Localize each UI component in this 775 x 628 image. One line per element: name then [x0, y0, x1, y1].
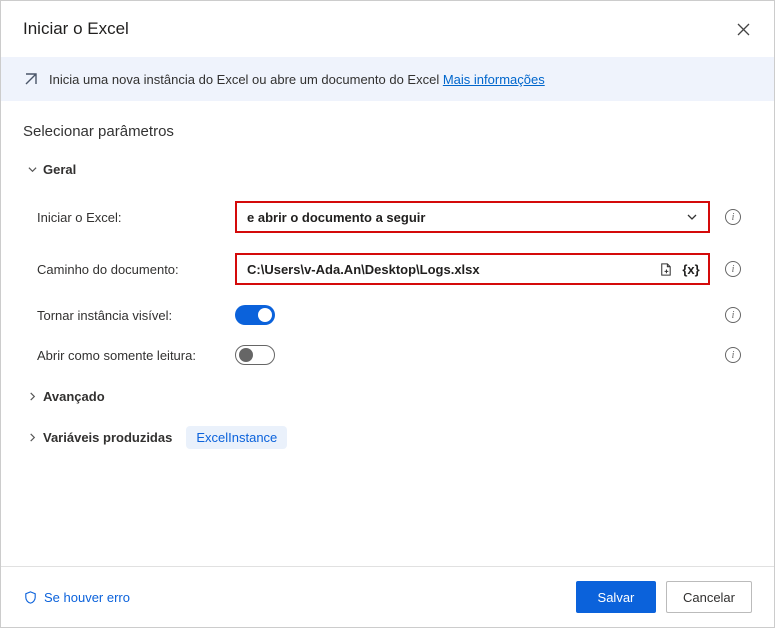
group-general-label: Geral: [43, 162, 76, 177]
dialog-header: Iniciar o Excel: [1, 1, 774, 49]
launch-icon: [23, 71, 39, 87]
row-make-visible: Tornar instância visível: i: [37, 295, 748, 335]
footer-buttons: Salvar Cancelar: [576, 581, 752, 613]
dialog-title: Iniciar o Excel: [23, 19, 129, 39]
info-icon[interactable]: i: [725, 347, 741, 363]
group-general-toggle[interactable]: Geral: [27, 154, 748, 185]
row-launch-mode: Iniciar o Excel: e abrir o documento a s…: [37, 191, 748, 243]
make-visible-toggle[interactable]: [235, 305, 275, 325]
group-advanced-toggle[interactable]: Avançado: [27, 381, 748, 412]
section-heading: Selecionar parâmetros: [1, 101, 774, 148]
dialog-launch-excel: Iniciar o Excel Inicia uma nova instânci…: [0, 0, 775, 628]
chevron-down-icon: [686, 211, 698, 223]
info-banner: Inicia uma nova instância do Excel ou ab…: [1, 57, 774, 101]
chevron-right-icon: [27, 433, 37, 442]
group-variables: Variáveis produzidas ExcelInstance: [1, 412, 774, 457]
on-error-label: Se houver erro: [44, 590, 130, 605]
group-advanced: Avançado: [1, 375, 774, 412]
chevron-down-icon: [27, 165, 37, 174]
info-icon[interactable]: i: [725, 209, 741, 225]
banner-text: Inicia uma nova instância do Excel ou ab…: [49, 72, 545, 87]
readonly-toggle[interactable]: [235, 345, 275, 365]
readonly-label: Abrir como somente leitura:: [37, 348, 227, 363]
save-button[interactable]: Salvar: [576, 581, 656, 613]
info-icon[interactable]: i: [725, 261, 741, 277]
general-fields: Iniciar o Excel: e abrir o documento a s…: [27, 185, 748, 375]
close-icon: [737, 23, 750, 36]
group-variables-label: Variáveis produzidas: [43, 430, 172, 445]
launch-mode-value: e abrir o documento a seguir: [247, 210, 425, 225]
dialog-footer: Se houver erro Salvar Cancelar: [1, 566, 774, 627]
info-icon[interactable]: i: [725, 307, 741, 323]
launch-label: Iniciar o Excel:: [37, 210, 227, 225]
group-variables-toggle[interactable]: Variáveis produzidas ExcelInstance: [27, 418, 748, 457]
more-info-link[interactable]: Mais informações: [443, 72, 545, 87]
document-path-input[interactable]: C:\Users\v-Ada.An\Desktop\Logs.xlsx {x}: [235, 253, 710, 285]
variable-picker-button[interactable]: {x}: [680, 258, 702, 280]
on-error-link[interactable]: Se houver erro: [23, 590, 130, 605]
file-icon: [658, 262, 673, 277]
chevron-right-icon: [27, 392, 37, 401]
path-label: Caminho do documento:: [37, 262, 227, 277]
row-readonly: Abrir como somente leitura: i: [37, 335, 748, 375]
launch-mode-dropdown[interactable]: e abrir o documento a seguir: [235, 201, 710, 233]
row-document-path: Caminho do documento: C:\Users\v-Ada.An\…: [37, 243, 748, 295]
variable-chip[interactable]: ExcelInstance: [186, 426, 287, 449]
visible-label: Tornar instância visível:: [37, 308, 227, 323]
group-general: Geral Iniciar o Excel: e abrir o documen…: [1, 148, 774, 375]
file-picker-button[interactable]: [654, 258, 676, 280]
group-advanced-label: Avançado: [43, 389, 105, 404]
document-path-value: C:\Users\v-Ada.An\Desktop\Logs.xlsx: [247, 262, 650, 277]
cancel-button[interactable]: Cancelar: [666, 581, 752, 613]
close-button[interactable]: [734, 20, 752, 38]
shield-icon: [23, 590, 38, 605]
